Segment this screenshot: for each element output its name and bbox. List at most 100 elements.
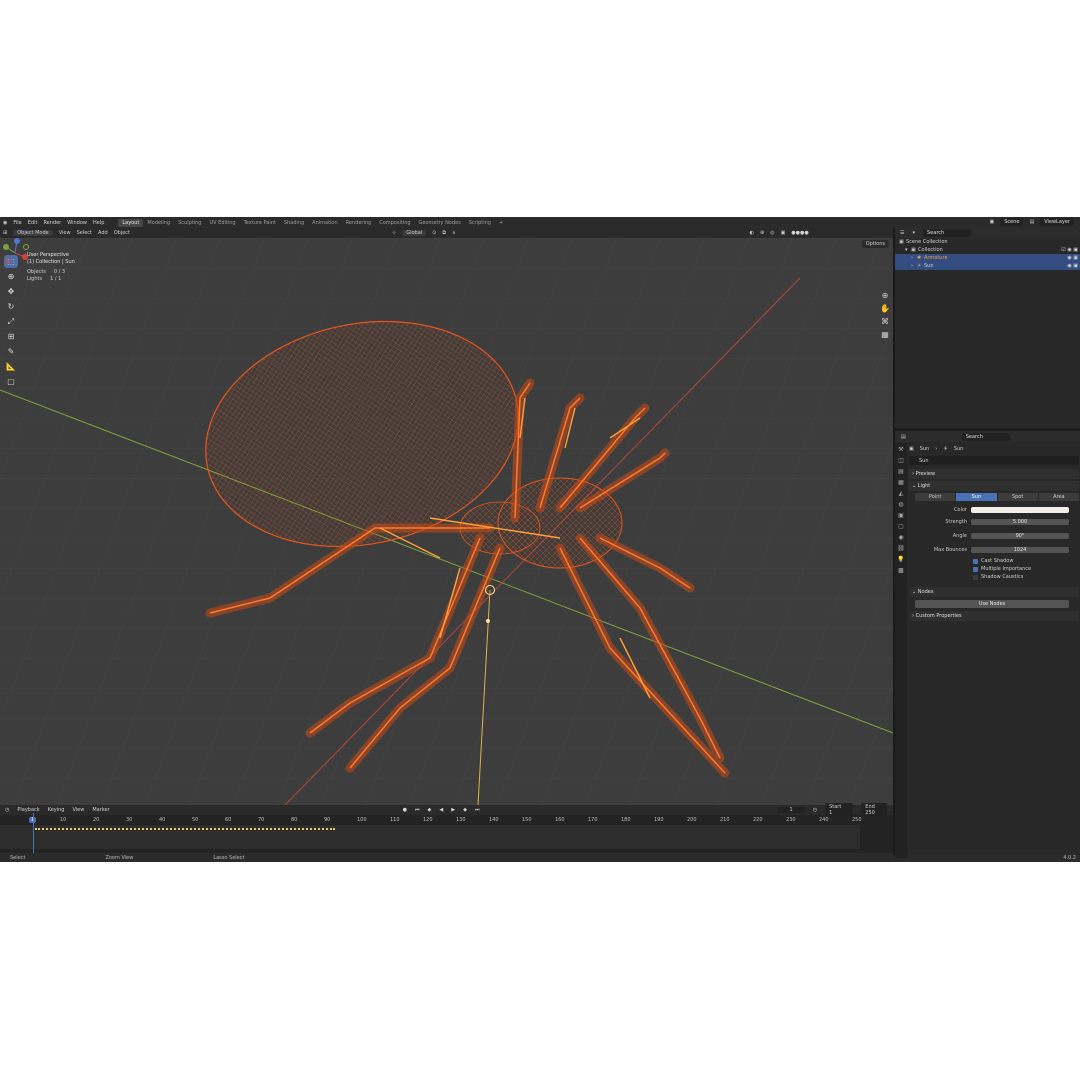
play-reverse-icon[interactable]: ◀	[439, 807, 443, 813]
outliner-item-armature[interactable]: › ✱ Armature ◉ ▣	[895, 254, 1080, 262]
add-cube-tool-icon[interactable]: ▢	[4, 375, 18, 388]
outliner-editor-icon[interactable]: ☰	[900, 230, 904, 236]
jump-start-icon[interactable]: ⏮	[415, 807, 420, 813]
camera-view-icon[interactable]: ⌘	[880, 316, 890, 326]
transform-tool-icon[interactable]: ⊞	[4, 330, 18, 343]
outliner-search[interactable]: Search	[923, 229, 971, 237]
nodes-panel[interactable]: ⌄ Nodes	[909, 587, 1079, 597]
start-frame-field[interactable]: Start 1	[825, 803, 854, 817]
menu-add[interactable]: Add	[98, 230, 108, 236]
zoom-icon[interactable]: ⊕	[880, 290, 890, 300]
measure-tool-icon[interactable]: 📐	[4, 360, 18, 373]
tab-animation[interactable]: Animation	[308, 219, 342, 227]
world-tab-icon[interactable]: ◍	[897, 501, 905, 509]
frame-ruler[interactable]: 1 10 20 30 40 50 60 70 80 90 100 110 120…	[0, 817, 893, 825]
visibility-toggles[interactable]: ◉ ▣	[1067, 255, 1078, 261]
texture-tab-icon[interactable]: ▩	[897, 567, 905, 575]
prev-key-icon[interactable]: ◆	[428, 807, 432, 813]
render-tab-icon[interactable]: ◫	[897, 457, 905, 465]
play-icon[interactable]: ▶	[451, 807, 455, 813]
scene-tab-icon[interactable]: ◭	[897, 490, 905, 498]
angle-field[interactable]: 90°	[971, 532, 1069, 539]
menu-object[interactable]: Object	[114, 230, 130, 236]
cast-shadow-checkbox[interactable]: Cast Shadow	[973, 557, 1079, 565]
strength-field[interactable]: 5.000	[971, 518, 1069, 525]
light-name-field[interactable]: Sun	[909, 456, 1079, 465]
physics-tab-icon[interactable]: ◉	[897, 534, 905, 542]
filter-icon[interactable]: ▾	[912, 230, 915, 236]
tool-tab-icon[interactable]: ⚒	[897, 446, 905, 454]
tab-rendering[interactable]: Rendering	[342, 219, 376, 227]
playhead[interactable]	[33, 813, 34, 853]
timeline-editor-icon[interactable]: ◷	[5, 807, 9, 813]
cursor-tool-icon[interactable]: ⊕	[4, 270, 18, 283]
end-frame-field[interactable]: End 250	[861, 803, 887, 817]
tab-scripting[interactable]: Scripting	[465, 219, 495, 227]
light-data-tab-icon[interactable]: 💡	[897, 556, 905, 564]
properties-search[interactable]: Search	[961, 432, 1010, 441]
snap-icon[interactable]: ⧉	[442, 230, 446, 236]
tab-texture-paint[interactable]: Texture Paint	[240, 219, 280, 227]
preview-panel[interactable]: › Preview	[909, 469, 1079, 479]
pivot-icon[interactable]: ⊙	[432, 230, 436, 236]
tab-geometry-nodes[interactable]: Geometry Nodes	[415, 219, 465, 227]
xray-icon[interactable]: ▣	[781, 230, 786, 236]
tab-compositing[interactable]: Compositing	[375, 219, 414, 227]
color-swatch[interactable]	[971, 506, 1069, 513]
output-tab-icon[interactable]: ▤	[897, 468, 905, 476]
scene-field[interactable]: Scene	[1000, 218, 1024, 226]
light-type-area[interactable]: Area	[1038, 493, 1079, 501]
view-layer-field[interactable]: ViewLayer	[1040, 218, 1074, 226]
view-layer-tab-icon[interactable]: ▦	[897, 479, 905, 487]
max-bounces-field[interactable]: 1024	[971, 546, 1069, 553]
rotate-tool-icon[interactable]: ↻	[4, 300, 18, 313]
properties-editor-icon[interactable]: ▤	[901, 434, 906, 440]
light-panel[interactable]: ⌄ Light	[909, 481, 1079, 491]
overlay-toggle-icon[interactable]: ◎	[770, 230, 774, 236]
transform-orientation-dropdown[interactable]: Global	[402, 230, 427, 236]
scale-tool-icon[interactable]: ⤢	[4, 315, 18, 328]
menu-file[interactable]: File	[13, 220, 21, 226]
record-icon[interactable]: ●	[403, 807, 407, 813]
visibility-icon[interactable]: ◐	[750, 230, 754, 236]
visibility-toggles[interactable]: ◉ ▣	[1067, 263, 1078, 269]
use-nodes-button[interactable]: Use Nodes	[915, 600, 1069, 608]
navigation-gizmo[interactable]	[0, 238, 30, 268]
collection-tab-icon[interactable]: ▣	[897, 512, 905, 520]
menu-playback[interactable]: Playback	[17, 807, 39, 813]
gizmo-toggle-icon[interactable]: ⊕	[760, 230, 764, 236]
jump-end-icon[interactable]: ⏭	[475, 807, 480, 813]
menu-select[interactable]: Select	[77, 230, 92, 236]
visibility-toggles[interactable]: ☑ ◉ ▣	[1061, 247, 1078, 253]
menu-help[interactable]: Help	[93, 220, 104, 226]
proportional-edit-icon[interactable]: ∧	[452, 230, 456, 236]
shadow-caustics-checkbox[interactable]: Shadow Caustics	[973, 573, 1079, 581]
menu-view[interactable]: View	[59, 230, 71, 236]
light-type-spot[interactable]: Spot	[997, 493, 1038, 501]
tab-uv-editing[interactable]: UV Editing	[205, 219, 239, 227]
tab-layout[interactable]: Layout	[118, 218, 144, 227]
menu-window[interactable]: Window	[67, 220, 87, 226]
light-type-point[interactable]: Point	[915, 493, 956, 501]
ortho-grid-icon[interactable]: ▦	[880, 329, 890, 339]
outliner-item-sun[interactable]: › ☀ Sun ◉ ▣	[895, 262, 1080, 270]
custom-properties-panel[interactable]: › Custom Properties	[909, 611, 1079, 621]
tab-sculpting[interactable]: Sculpting	[174, 219, 205, 227]
constraints-tab-icon[interactable]: ⛓	[897, 545, 905, 553]
pan-hand-icon[interactable]: ✋	[880, 303, 890, 313]
menu-render[interactable]: Render	[43, 220, 61, 226]
editor-type-icon[interactable]: ⊞	[3, 230, 7, 236]
menu-keying[interactable]: Keying	[48, 807, 65, 813]
keyframe-row[interactable]	[35, 828, 335, 832]
add-workspace-icon[interactable]: +	[495, 219, 507, 227]
options-button[interactable]: Options	[861, 240, 889, 248]
3d-viewport[interactable]: User Perspective (1) Collection | Sun Ob…	[0, 238, 893, 805]
blender-logo-icon[interactable]: ◉	[3, 220, 7, 226]
light-type-sun[interactable]: Sun	[956, 493, 997, 501]
object-tab-icon[interactable]: ▢	[897, 523, 905, 531]
current-frame-field[interactable]: 1	[777, 807, 805, 813]
outliner-item-scene-collection[interactable]: ▣ Scene Collection	[895, 238, 1080, 246]
object-mode-dropdown[interactable]: Object Mode	[13, 230, 53, 236]
menu-marker[interactable]: Marker	[92, 807, 109, 813]
annotate-tool-icon[interactable]: ✎	[4, 345, 18, 358]
